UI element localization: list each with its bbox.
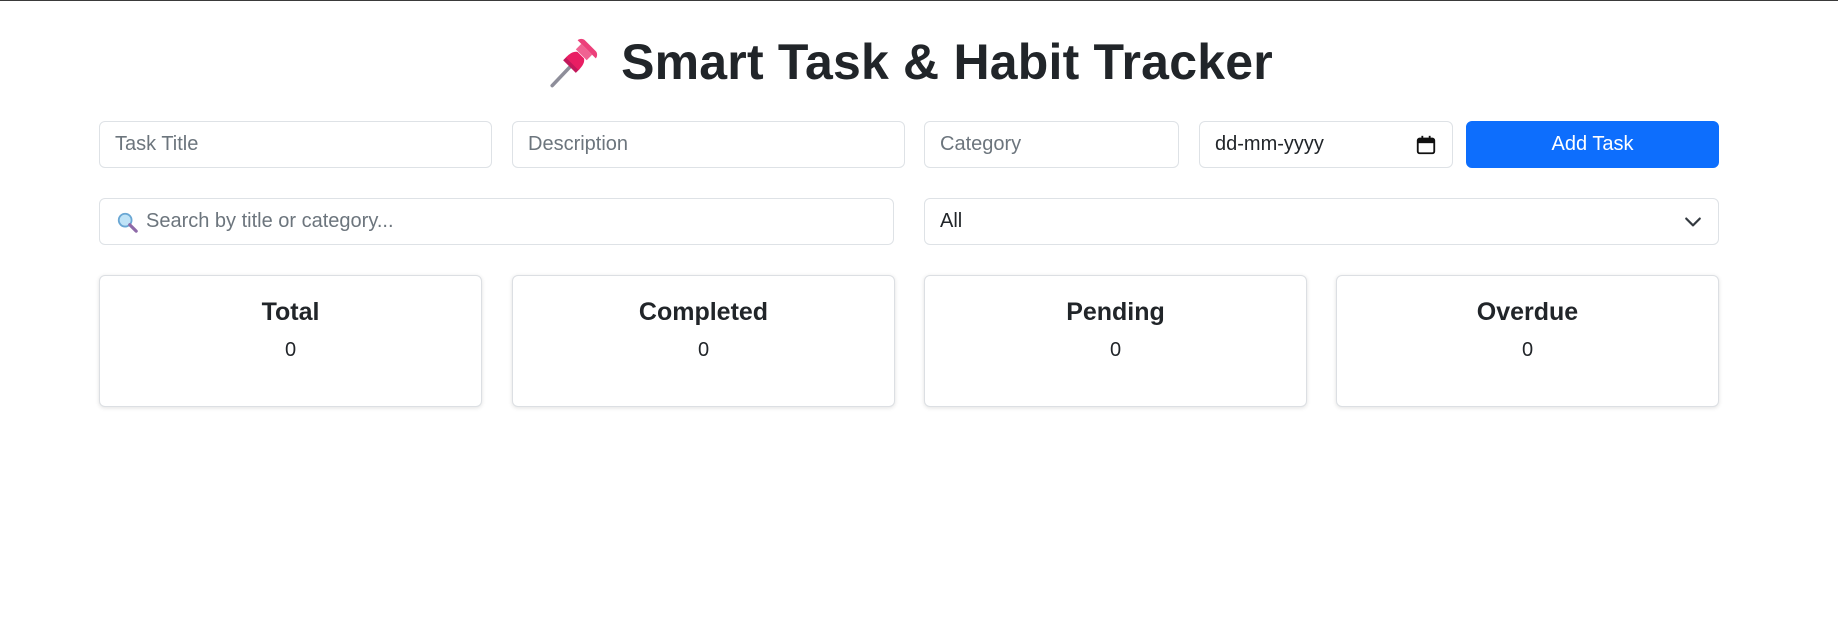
stat-label: Completed xyxy=(638,298,769,326)
magnifier-icon xyxy=(117,212,138,233)
calendar-icon[interactable] xyxy=(1415,134,1437,156)
stat-card-total: Total 0 xyxy=(99,275,482,407)
search-field[interactable] xyxy=(99,198,894,245)
stat-card-pending: Pending 0 xyxy=(924,275,1307,407)
due-date-value: dd-mm-yyyy xyxy=(1215,133,1324,155)
stat-value: 0 xyxy=(1109,339,1122,361)
stat-card-completed: Completed 0 xyxy=(512,275,895,407)
task-title-input[interactable] xyxy=(99,121,492,168)
stat-label: Overdue xyxy=(1476,298,1579,326)
search-input[interactable] xyxy=(146,210,846,233)
page-title: Smart Task & Habit Tracker xyxy=(621,34,1273,90)
due-date-input[interactable]: dd-mm-yyyy xyxy=(1199,121,1453,168)
status-filter-value: All xyxy=(940,210,963,232)
category-input[interactable] xyxy=(924,121,1179,168)
add-task-button[interactable]: Add Task xyxy=(1466,121,1719,168)
stat-label: Total xyxy=(261,298,320,326)
window-top-border xyxy=(0,0,1838,1)
stat-value: 0 xyxy=(284,339,297,361)
stat-card-overdue: Overdue 0 xyxy=(1336,275,1719,407)
page-header: Smart Task & Habit Tracker xyxy=(99,30,1719,94)
stat-value: 0 xyxy=(1521,339,1534,361)
stat-label: Pending xyxy=(1066,298,1165,326)
stat-value: 0 xyxy=(697,339,710,361)
description-input[interactable] xyxy=(512,121,905,168)
status-filter-select[interactable]: All xyxy=(924,198,1719,245)
chevron-down-icon xyxy=(1685,217,1701,226)
pushpin-icon xyxy=(550,38,598,88)
